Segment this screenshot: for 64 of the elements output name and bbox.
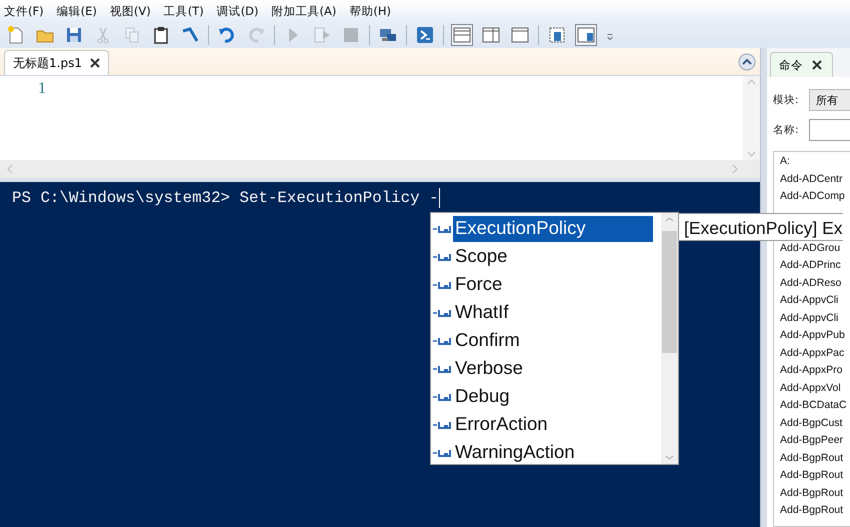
command-item[interactable]: Add-ADReso bbox=[780, 274, 842, 292]
close-icon[interactable] bbox=[812, 60, 822, 70]
line-number: 1 bbox=[37, 80, 47, 98]
parameter-icon bbox=[433, 393, 451, 401]
parameter-icon bbox=[433, 253, 451, 261]
command-item[interactable]: Add-AppxVol bbox=[780, 380, 841, 397]
close-icon[interactable] bbox=[90, 58, 100, 68]
completion-item[interactable]: Scope bbox=[453, 244, 653, 270]
command-item[interactable]: Add-AppxPro bbox=[780, 362, 842, 380]
completion-item[interactable]: ErrorAction bbox=[453, 412, 653, 438]
completion-item[interactable]: Verbose bbox=[453, 356, 653, 382]
script-tab[interactable]: 无标题1.ps1 bbox=[4, 50, 109, 75]
parameter-icon bbox=[433, 337, 451, 345]
command-item[interactable]: Add-BgpRout bbox=[780, 484, 844, 502]
parameter-icon bbox=[433, 281, 451, 289]
command-item[interactable]: Add-BgpRout bbox=[780, 467, 844, 484]
menu-item[interactable]: 调试(D) bbox=[216, 4, 259, 18]
completion-item[interactable]: WhatIf bbox=[453, 300, 653, 326]
overflow-icon[interactable] bbox=[605, 31, 615, 43]
text-cursor bbox=[438, 188, 440, 208]
parameter-icon bbox=[433, 225, 451, 233]
scrollbar[interactable] bbox=[661, 213, 678, 464]
completion-item[interactable]: WarningAction bbox=[453, 440, 653, 466]
command-item[interactable]: Add-ADPrinc bbox=[780, 257, 841, 274]
command-item[interactable]: Add-BgpRout bbox=[780, 502, 844, 520]
parameter-icon bbox=[433, 309, 451, 317]
menu-item[interactable]: 视图(V) bbox=[110, 4, 151, 18]
tooltip: [ExecutionPolicy] Ex bbox=[678, 213, 843, 241]
field-label: 模块: bbox=[773, 93, 800, 107]
completion-item[interactable]: Debug bbox=[453, 384, 653, 410]
menu-item[interactable]: 编辑(E) bbox=[56, 4, 97, 18]
console-line: PS C:\Windows\system32> Set-ExecutionPolicy - bbox=[12, 189, 439, 207]
completion-item[interactable]: ExecutionPolicy bbox=[453, 216, 653, 242]
parameter-icon bbox=[433, 449, 451, 457]
command-item[interactable]: Add-AppvCli bbox=[780, 292, 838, 310]
save-icon[interactable] bbox=[64, 25, 84, 45]
undo-icon[interactable] bbox=[217, 25, 237, 45]
menu-item[interactable]: 帮助(H) bbox=[349, 4, 391, 18]
command-item[interactable]: Add-AppxPac bbox=[780, 344, 844, 362]
command-item[interactable]: Add-BgpCust bbox=[780, 414, 842, 432]
completion-item[interactable]: Confirm bbox=[453, 328, 653, 354]
scrollbar[interactable] bbox=[0, 160, 760, 178]
command-item[interactable]: Add-AppvPub bbox=[780, 327, 845, 344]
parameter-icon bbox=[433, 421, 451, 429]
collapse-icon[interactable] bbox=[738, 53, 756, 71]
command-item[interactable]: Add-AppvCli bbox=[780, 310, 838, 327]
command-item[interactable]: Add-BCDataC bbox=[780, 397, 847, 414]
command-item[interactable]: Add-BgpRout bbox=[780, 450, 844, 467]
module-dropdown[interactable]: 所有 bbox=[809, 89, 850, 111]
powershell-icon[interactable] bbox=[415, 25, 435, 45]
name-field[interactable] bbox=[809, 119, 850, 141]
command-item[interactable]: A: bbox=[780, 153, 790, 170]
completion-item[interactable]: Force bbox=[453, 272, 653, 298]
panel-tab[interactable]: 命令 bbox=[770, 52, 833, 77]
scrollbar[interactable] bbox=[743, 76, 760, 160]
field-label: 名称: bbox=[773, 123, 800, 137]
menu-item[interactable]: 工具(T) bbox=[164, 4, 204, 18]
command-item[interactable]: Add-ADCentr bbox=[780, 170, 842, 188]
command-item[interactable]: Add-ADGrou bbox=[780, 240, 840, 257]
menu-item[interactable]: 附加工具(A) bbox=[272, 4, 336, 18]
command-item[interactable]: Add-BgpPeer bbox=[780, 432, 844, 450]
parameter-icon bbox=[433, 365, 451, 373]
menu-item[interactable]: 文件(F) bbox=[4, 4, 44, 18]
command-item[interactable]: Add-ADComp bbox=[780, 188, 845, 206]
